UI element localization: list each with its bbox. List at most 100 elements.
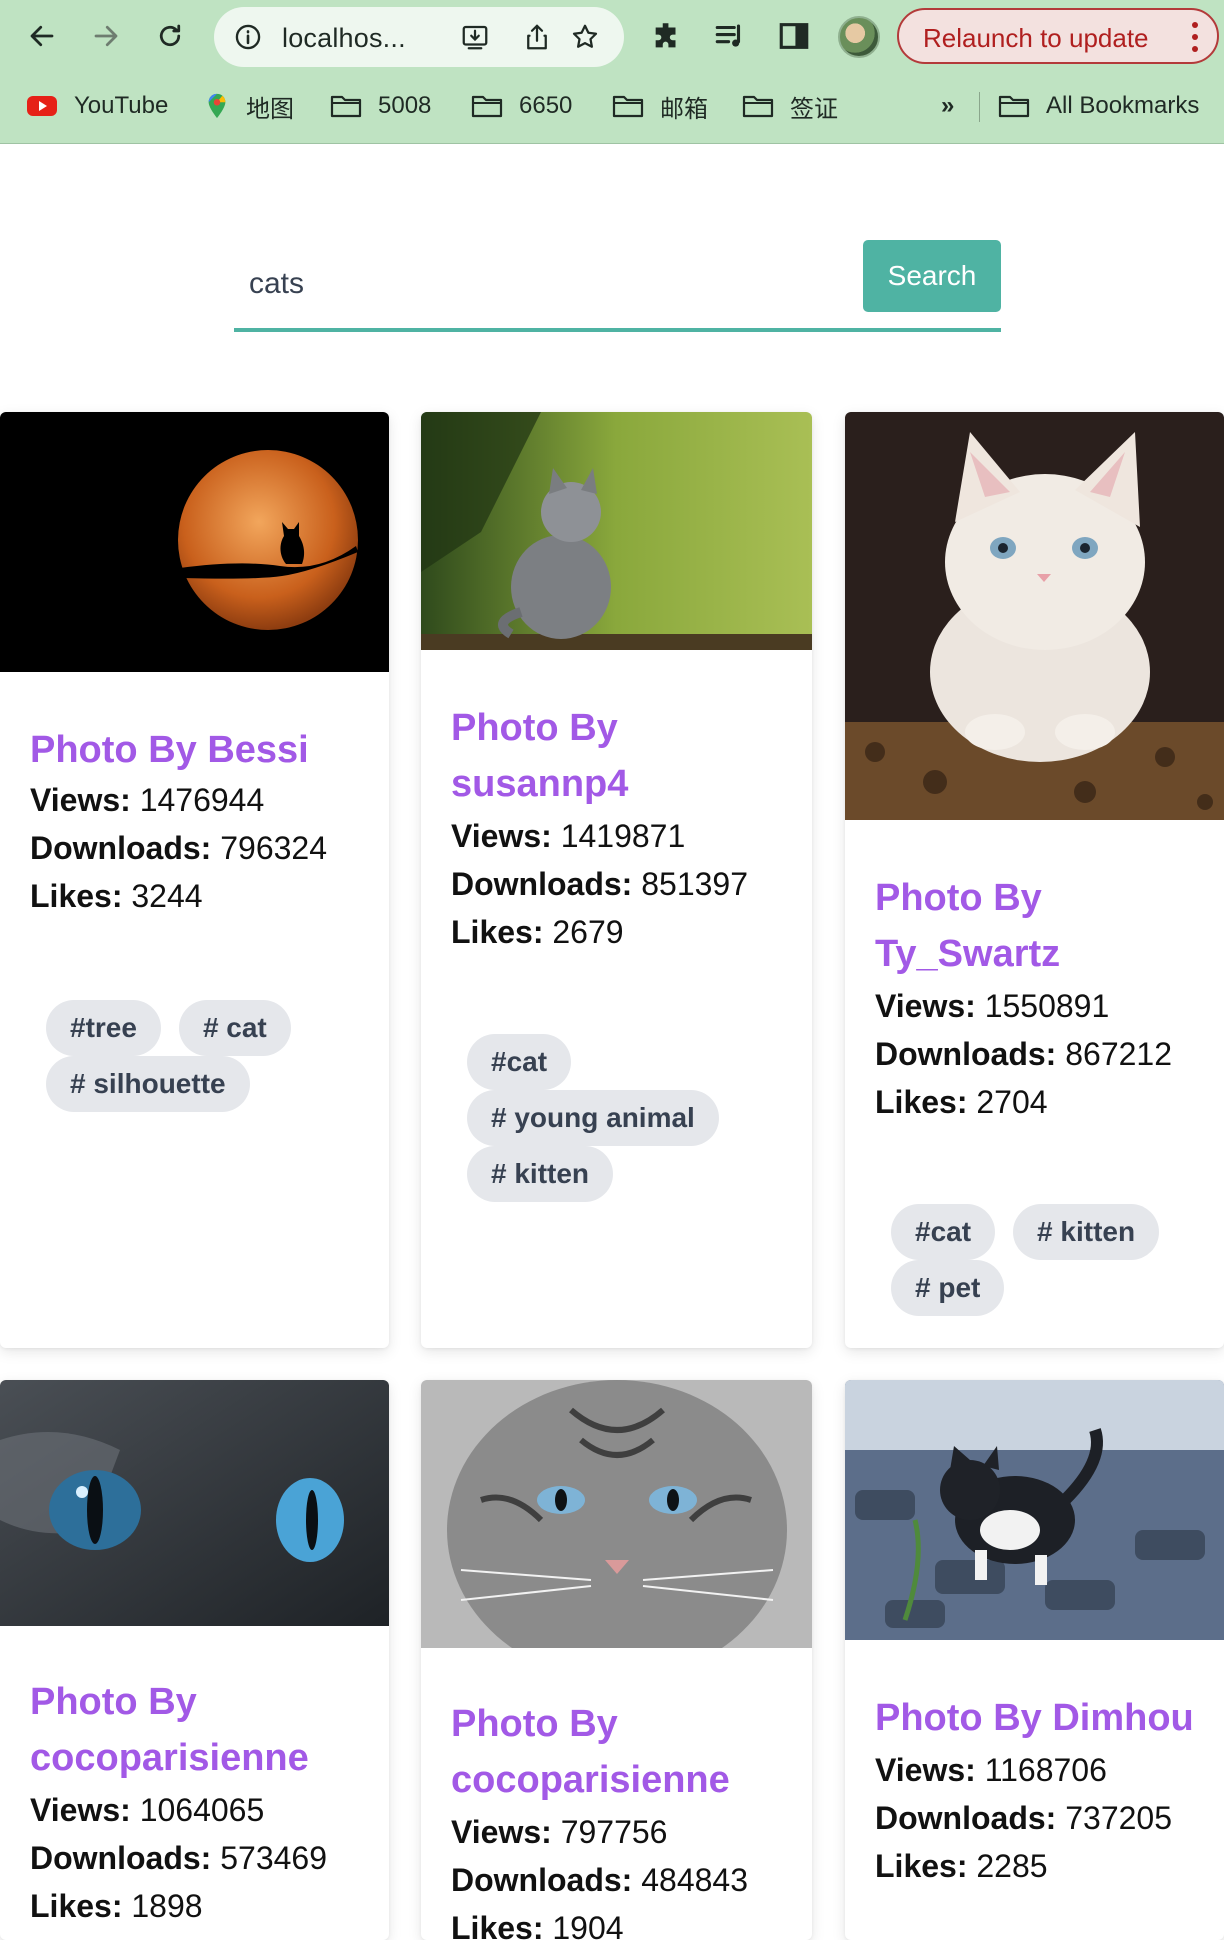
browser-chrome: localhos... Relaunch to update YouTube 地… <box>0 0 1224 144</box>
folder-icon <box>471 95 503 118</box>
bookmark-maps[interactable]: 地图 <box>204 90 294 123</box>
bookmark-label: 5008 <box>378 92 432 119</box>
browser-toolbar: localhos... Relaunch to update <box>0 0 1224 74</box>
downloads-label: Downloads: <box>875 1036 1057 1072</box>
photo-card[interactable]: Photo By cocoparisienne Views: 1064065 Dow… <box>0 1380 389 1940</box>
forward-button[interactable] <box>84 14 128 58</box>
downloads-value: 851397 <box>641 866 748 902</box>
bookmark-folder-visa[interactable]: 签证 <box>742 90 838 123</box>
photo-card[interactable]: Photo By Ty_Swartz Views: 1550891 Download… <box>845 412 1224 1348</box>
photo-image[interactable] <box>421 412 812 650</box>
more-bookmarks-button[interactable]: » <box>941 90 954 122</box>
photo-card[interactable]: Photo By cocoparisienne Views: 797756 Down… <box>421 1380 812 1940</box>
likes-value: 1898 <box>131 1888 203 1924</box>
bookmark-label: YouTube <box>74 92 169 119</box>
photo-card[interactable]: Photo By Bessi Views: 1476944 Downloads: 7… <box>0 412 389 1348</box>
bookmark-folder-6650[interactable]: 6650 <box>471 90 572 122</box>
photo-title: Photo By Bessi <box>30 729 309 771</box>
photo-downloads-stat: Downloads: 737205 <box>875 1794 1172 1842</box>
search-button[interactable]: Search <box>863 240 1001 312</box>
media-control-icon[interactable] <box>713 19 747 53</box>
views-label: Views: <box>875 1752 976 1788</box>
photo-title: Photo By susannp4 <box>451 707 629 805</box>
tag-chip[interactable]: # pet <box>891 1260 1005 1316</box>
likes-value: 3244 <box>131 878 203 914</box>
url-text[interactable]: localhos... <box>282 23 406 54</box>
downloads-value: 796324 <box>220 830 327 866</box>
photo-card[interactable]: Photo By Dimhou Views: 1168706 Downloads: … <box>845 1380 1224 1940</box>
tag-chip[interactable]: #cat <box>891 1204 996 1260</box>
downloads-value: 737205 <box>1065 1800 1172 1836</box>
arrow-left-icon <box>30 25 54 47</box>
views-label: Views: <box>451 818 552 854</box>
downloads-value: 573469 <box>220 1840 327 1876</box>
photo-downloads-stat: Downloads: 796324 <box>30 824 327 872</box>
downloads-value: 484843 <box>641 1862 748 1898</box>
likes-label: Likes: <box>875 1848 968 1884</box>
bookmark-youtube[interactable]: YouTube <box>26 90 168 122</box>
photo-likes-stat: Likes: 3244 <box>30 872 203 920</box>
likes-value: 1904 <box>552 1910 624 1940</box>
views-value: 1064065 <box>139 1792 265 1828</box>
views-label: Views: <box>875 988 976 1024</box>
address-bar[interactable]: localhos... <box>214 7 624 67</box>
share-icon[interactable] <box>522 22 552 52</box>
photo-title: Photo By Ty_Swartz <box>875 877 1061 975</box>
photo-title: Photo By cocoparisienne <box>451 1703 730 1801</box>
side-panel-icon[interactable] <box>777 19 811 53</box>
photo-image[interactable] <box>0 412 389 672</box>
arrow-right-icon <box>94 25 118 47</box>
likes-value: 2704 <box>976 1084 1048 1120</box>
bookmark-folder-5008[interactable]: 5008 <box>330 90 431 122</box>
bookmark-label: 签证 <box>790 95 838 123</box>
folder-icon <box>742 95 774 118</box>
back-button[interactable] <box>20 14 64 58</box>
photo-views-stat: Views: 1550891 <box>875 982 1109 1030</box>
star-icon[interactable] <box>570 22 600 52</box>
photo-downloads-stat: Downloads: 867212 <box>875 1030 1172 1078</box>
photo-views-stat: Views: 1168706 <box>875 1746 1107 1794</box>
likes-label: Likes: <box>30 878 123 914</box>
downloads-label: Downloads: <box>875 1800 1057 1836</box>
downloads-label: Downloads: <box>451 1862 633 1898</box>
photo-likes-stat: Likes: 1904 <box>451 1904 624 1940</box>
photo-views-stat: Views: 1419871 <box>451 812 685 860</box>
bookmark-label: All Bookmarks <box>1046 92 1200 119</box>
tag-chip[interactable]: #cat <box>467 1034 572 1090</box>
search-form: Search <box>234 240 1001 332</box>
photo-views-stat: Views: 1064065 <box>30 1786 264 1834</box>
photo-image[interactable] <box>421 1380 812 1648</box>
tag-chip[interactable]: #tree <box>46 1000 161 1056</box>
relaunch-button[interactable]: Relaunch to update <box>897 8 1219 64</box>
profile-avatar[interactable] <box>838 16 880 58</box>
more-vertical-icon[interactable] <box>1191 20 1199 54</box>
tag-chip[interactable]: # kitten <box>467 1146 614 1202</box>
bookmark-folder-mail[interactable]: 邮箱 <box>612 90 708 123</box>
info-icon[interactable] <box>234 23 262 51</box>
tag-chip[interactable]: # cat <box>178 1000 291 1056</box>
bookmark-label: 邮箱 <box>660 95 708 123</box>
photo-card[interactable]: Photo By susannp4 Views: 1419871 Downloads… <box>421 412 812 1348</box>
downloads-label: Downloads: <box>451 866 633 902</box>
downloads-label: Downloads: <box>30 1840 212 1876</box>
views-label: Views: <box>30 782 131 818</box>
reload-button[interactable] <box>148 14 192 58</box>
bookmark-label: 6650 <box>519 92 573 119</box>
photo-image[interactable] <box>845 412 1224 820</box>
tag-chip[interactable]: # young animal <box>467 1090 719 1146</box>
photo-likes-stat: Likes: 2704 <box>875 1078 1048 1126</box>
tag-chip[interactable]: # kitten <box>1013 1204 1160 1260</box>
tag-list: #cat # kitten # pet <box>891 1204 1221 1316</box>
all-bookmarks-button[interactable]: All Bookmarks <box>998 90 1199 122</box>
photo-image[interactable] <box>0 1380 389 1626</box>
install-app-icon[interactable] <box>460 22 490 52</box>
extensions-icon[interactable] <box>650 19 684 53</box>
likes-label: Likes: <box>451 1910 544 1940</box>
tag-chip[interactable]: # silhouette <box>46 1056 250 1112</box>
views-value: 1550891 <box>984 988 1110 1024</box>
photo-downloads-stat: Downloads: 851397 <box>451 860 748 908</box>
photo-title: Photo By Dimhou <box>875 1697 1194 1739</box>
views-value: 797756 <box>560 1814 668 1850</box>
tag-list: #cat # young animal # kitten <box>467 1034 797 1202</box>
photo-image[interactable] <box>845 1380 1224 1640</box>
